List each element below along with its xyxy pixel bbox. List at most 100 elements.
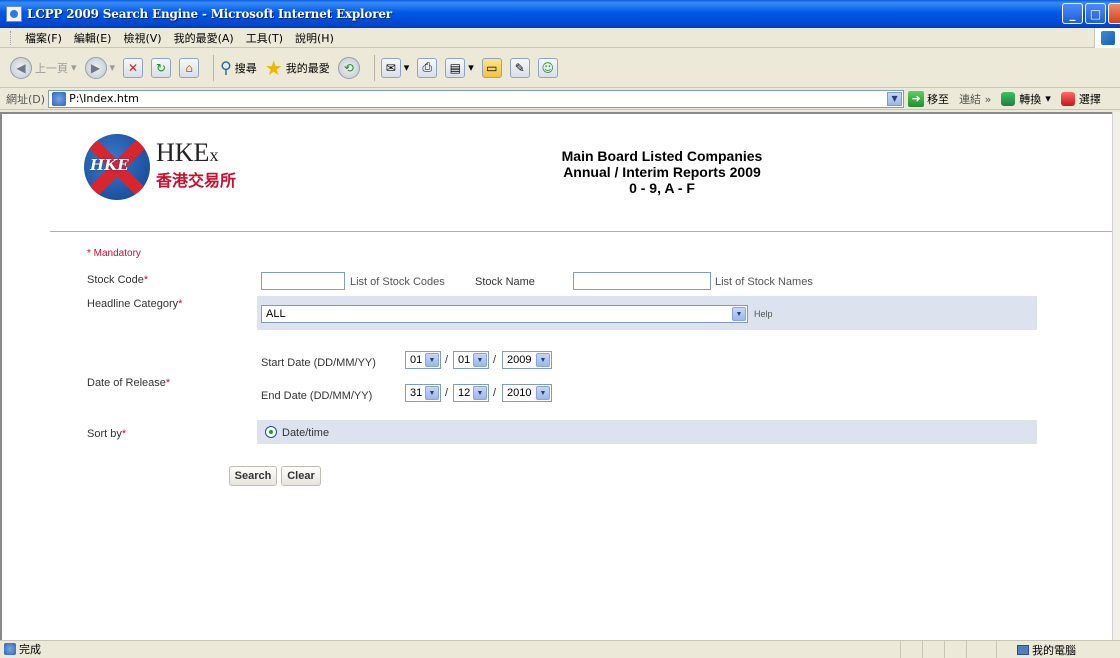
forward-dropdown-icon[interactable]: ▾ <box>110 61 116 74</box>
convert-dropdown-icon[interactable]: ▾ <box>1045 92 1051 105</box>
menu-view[interactable]: 檢視(V) <box>117 30 167 46</box>
stock-name-input[interactable] <box>573 272 711 290</box>
folder-button[interactable]: ▭ <box>481 57 502 78</box>
menu-edit[interactable]: 編輯(E) <box>68 30 118 46</box>
end-month-value: 12 <box>458 387 471 399</box>
date-separator: / <box>493 354 497 366</box>
start-year-select[interactable]: 2009 ▼ <box>502 351 552 369</box>
headline-selected-value: ALL <box>266 308 286 320</box>
sort-band <box>257 420 1037 444</box>
date-separator: / <box>493 387 497 399</box>
hkex-wordmark: HKEx <box>156 138 219 167</box>
end-day-select[interactable]: 31 ▼ <box>405 384 441 402</box>
page-done-icon <box>4 643 16 655</box>
stock-code-input[interactable] <box>261 272 345 290</box>
edit-dropdown-icon[interactable]: ▾ <box>468 61 474 74</box>
convert-label: 轉換 <box>1019 92 1042 106</box>
start-day-select[interactable]: 01 ▼ <box>405 351 441 369</box>
refresh-button[interactable]: ↻ <box>151 57 172 78</box>
search-icon: ⚲ <box>220 58 232 77</box>
convert-icon <box>1001 91 1016 106</box>
address-dropdown-icon[interactable]: ▼ <box>887 91 903 106</box>
start-month-value: 01 <box>458 354 471 366</box>
back-button[interactable]: ◀ 上一頁 ▾ <box>10 56 77 79</box>
chevron-down-icon[interactable]: ▼ <box>473 353 487 367</box>
start-month-select[interactable]: 01 ▼ <box>453 351 489 369</box>
help-link[interactable]: Help <box>754 309 773 319</box>
search-button[interactable]: ⚲ 搜尋 <box>220 58 257 77</box>
chevron-down-icon[interactable]: ▼ <box>425 386 439 400</box>
vertical-scrollbar[interactable] <box>1112 112 1120 640</box>
minimize-button[interactable]: _ <box>1062 3 1083 24</box>
end-day-value: 31 <box>410 387 423 399</box>
zone-label: 我的電腦 <box>1032 643 1076 657</box>
research-icon: ✎ <box>509 57 530 78</box>
convert-button[interactable]: 轉換 ▾ <box>1001 91 1051 107</box>
hkex-chinese-name: 香港交易所 <box>156 171 237 190</box>
forward-button[interactable]: ▶ ▾ <box>84 56 116 79</box>
messenger-icon: ☺ <box>537 57 558 78</box>
links-label[interactable]: 連結 » <box>959 91 991 107</box>
print-button[interactable]: ⎙ <box>417 57 438 78</box>
history-icon: ⟲ <box>337 56 360 79</box>
stock-name-label: Stock Name <box>475 276 535 288</box>
chevron-down-icon[interactable]: ▼ <box>536 353 550 367</box>
standard-toolbar: ◀ 上一頁 ▾ ▶ ▾ ✕ ↻ ⌂ ⚲ 搜尋 ★ 我的最愛 ⟲ ✉ ▾ ⎙ ▤ … <box>0 48 1120 88</box>
edit-button[interactable]: ▤ ▾ <box>445 57 474 78</box>
window-controls: _ □ <box>1062 3 1120 24</box>
date-separator: / <box>445 354 449 366</box>
title-bar: LCPP 2009 Search Engine - Microsoft Inte… <box>0 0 1120 28</box>
messenger-button[interactable]: ☺ <box>537 57 558 78</box>
chevron-down-icon[interactable]: ▼ <box>473 386 487 400</box>
back-arrow-icon: ◀ <box>10 56 32 79</box>
chevron-down-icon[interactable]: ▼ <box>425 353 439 367</box>
date-of-release-label: Date of Release* <box>87 377 171 389</box>
chevron-down-icon[interactable]: ▼ <box>732 307 746 321</box>
menu-bar: 檔案(F) 編輯(E) 檢視(V) 我的最愛(A) 工具(T) 說明(H) <box>0 28 1120 48</box>
hkex-logo: HKE HKEx 香港交易所 <box>78 130 296 210</box>
end-month-select[interactable]: 12 ▼ <box>453 384 489 402</box>
clear-button[interactable]: Clear <box>281 466 321 486</box>
address-bar: 網址(D) P:\Index.htm ▼ ➜ 移至 連結 » 轉換 ▾ 選擇 <box>0 88 1120 110</box>
sort-datetime-radio[interactable] <box>265 426 277 438</box>
list-stock-names-link[interactable]: List of Stock Names <box>715 276 813 288</box>
hkex-globe-icon: HKE <box>84 134 150 200</box>
history-button[interactable]: ⟲ <box>337 56 360 79</box>
window-title: LCPP 2009 Search Engine - Microsoft Inte… <box>27 7 392 21</box>
end-year-select[interactable]: 2010 ▼ <box>502 384 552 402</box>
list-stock-codes-link[interactable]: List of Stock Codes <box>350 276 445 288</box>
favorites-button[interactable]: ★ 我的最愛 <box>265 56 330 80</box>
back-dropdown-icon[interactable]: ▾ <box>71 61 77 74</box>
print-icon: ⎙ <box>417 57 438 78</box>
headline-category-label: Headline Category* <box>87 298 183 310</box>
back-label: 上一頁 <box>35 61 68 75</box>
go-label: 移至 <box>927 92 950 106</box>
status-bar: 完成 我的電腦 <box>0 640 1120 658</box>
address-field[interactable]: P:\Index.htm ▼ <box>48 89 905 108</box>
select-button[interactable]: 選擇 <box>1060 91 1101 107</box>
headline-category-select[interactable]: ALL ▼ <box>261 305 748 323</box>
menu-file[interactable]: 檔案(F) <box>19 30 68 46</box>
menu-tools[interactable]: 工具(T) <box>240 30 289 46</box>
status-text: 完成 <box>19 643 41 656</box>
address-label: 網址(D) <box>6 92 46 106</box>
mail-dropdown-icon[interactable]: ▾ <box>404 61 410 74</box>
search-button[interactable]: Search <box>229 466 277 486</box>
home-button[interactable]: ⌂ <box>179 57 200 78</box>
address-value[interactable]: P:\Index.htm <box>69 92 139 105</box>
chevron-down-icon[interactable]: ▼ <box>536 386 550 400</box>
end-date-label: End Date (DD/MM/YY) <box>261 390 373 402</box>
maximize-button[interactable]: □ <box>1085 3 1106 24</box>
ie-window-icon[interactable] <box>6 6 22 22</box>
research-button[interactable]: ✎ <box>509 57 530 78</box>
mail-button[interactable]: ✉ ▾ <box>380 57 410 78</box>
start-date-label: Start Date (DD/MM/YY) <box>261 357 376 369</box>
stop-button[interactable]: ✕ <box>123 57 144 78</box>
menu-favorites[interactable]: 我的最愛(A) <box>168 30 240 46</box>
edit-icon: ▤ <box>445 57 466 78</box>
end-year-value: 2010 <box>507 387 532 399</box>
menu-help[interactable]: 說明(H) <box>289 30 340 46</box>
favorites-label: 我的最愛 <box>285 61 330 75</box>
go-button[interactable]: ➜ 移至 <box>908 90 950 107</box>
close-button[interactable] <box>1108 3 1120 24</box>
